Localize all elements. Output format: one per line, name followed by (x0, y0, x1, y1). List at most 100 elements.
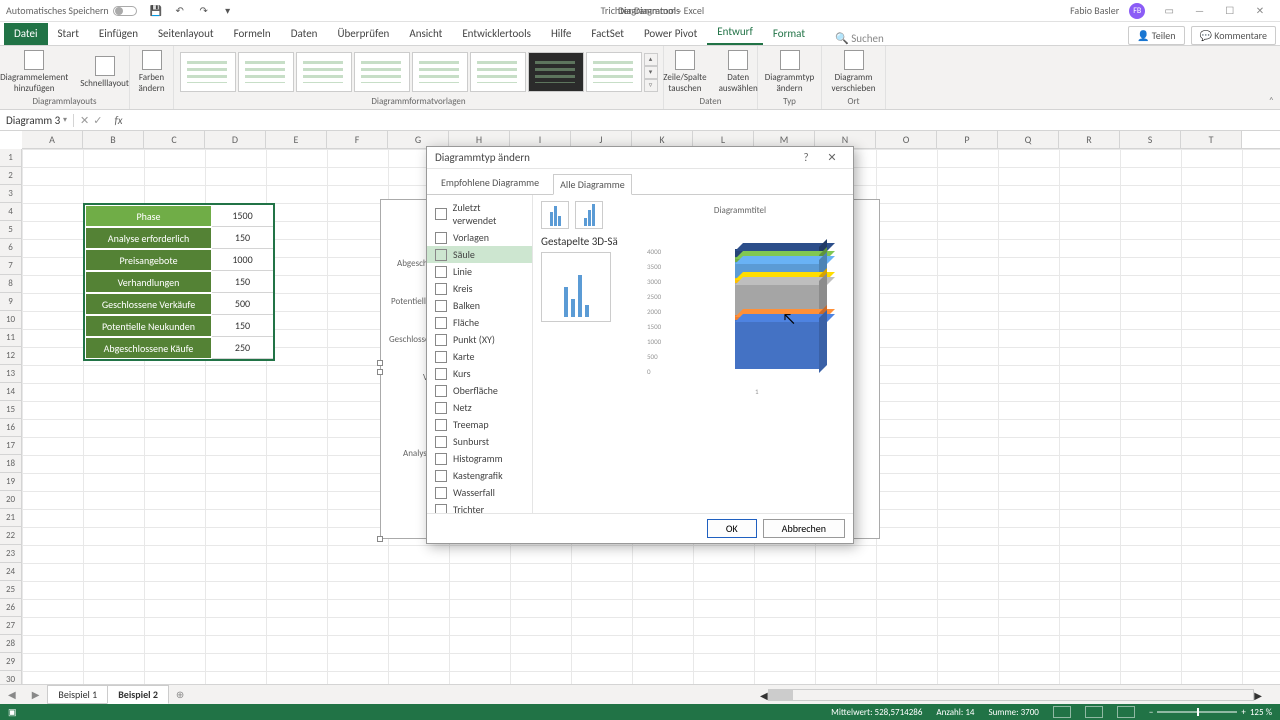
row-header[interactable]: 18 (0, 455, 22, 473)
chart-category-item[interactable]: Kastengrafik (427, 467, 532, 484)
chart-category-item[interactable]: Sunburst (427, 433, 532, 450)
table-cell[interactable]: 150 (212, 227, 273, 249)
gallery-down-icon[interactable]: ▾ (644, 66, 658, 79)
collapse-ribbon-icon[interactable]: ˄ (1269, 94, 1274, 107)
comments-button[interactable]: 💬 Kommentare (1191, 26, 1276, 45)
page-break-view-icon[interactable] (1117, 706, 1135, 718)
tab-format[interactable]: Format (763, 23, 815, 45)
table-cell[interactable]: Potentielle Neukunden (85, 315, 212, 337)
row-header[interactable]: 26 (0, 599, 22, 617)
tab-design[interactable]: Entwurf (707, 21, 763, 45)
row-header[interactable]: 13 (0, 365, 22, 383)
table-cell[interactable]: Verhandlungen (85, 271, 212, 293)
normal-view-icon[interactable] (1053, 706, 1071, 718)
row-header[interactable]: 9 (0, 293, 22, 311)
data-table[interactable]: Phase 1500 Analyse erforderlich150Preisa… (83, 203, 275, 361)
table-cell[interactable]: Geschlossene Verkäufe (85, 293, 212, 315)
chart-category-item[interactable]: Netz (427, 399, 532, 416)
close-window-icon[interactable]: ✕ (1246, 4, 1274, 17)
chart-category-item[interactable]: Punkt (XY) (427, 331, 532, 348)
row-header[interactable]: 19 (0, 473, 22, 491)
table-cell[interactable]: 500 (212, 293, 273, 315)
dialog-close-button[interactable]: ✕ (819, 151, 845, 164)
row-header[interactable]: 12 (0, 347, 22, 365)
sheet-tab[interactable]: Beispiel 1 (47, 685, 108, 704)
row-header[interactable]: 6 (0, 239, 22, 257)
add-chart-element-button[interactable]: Diagrammelement hinzufügen (0, 48, 72, 96)
record-macro-icon[interactable]: ▣ (8, 707, 17, 718)
move-chart-button[interactable]: Diagramm verschieben (828, 48, 880, 96)
table-cell[interactable]: 150 (212, 271, 273, 293)
cancel-formula-icon[interactable]: ✕ (80, 114, 89, 127)
sheet-nav-next-icon[interactable]: ▶ (24, 688, 48, 701)
row-header[interactable]: 2 (0, 167, 22, 185)
tab-powerpivot[interactable]: Power Pivot (634, 23, 707, 45)
tab-data[interactable]: Daten (281, 23, 328, 45)
switch-row-col-button[interactable]: Zeile/Spalte tauschen (659, 48, 710, 96)
undo-icon[interactable]: ↶ (173, 4, 187, 18)
table-cell[interactable]: Analyse erforderlich (85, 227, 212, 249)
style-thumb[interactable] (354, 52, 410, 92)
tab-developer[interactable]: Entwicklertools (452, 23, 541, 45)
column-header[interactable]: D (205, 131, 266, 148)
quick-layout-button[interactable]: Schnelllayout (76, 54, 133, 91)
column-header[interactable]: S (1120, 131, 1181, 148)
name-box[interactable]: Diagramm 3▾ (0, 114, 74, 127)
table-cell[interactable]: Abgeschlossene Käufe (85, 337, 212, 359)
tab-help[interactable]: Hilfe (541, 23, 581, 45)
namebox-dropdown-icon[interactable]: ▾ (63, 115, 67, 125)
select-data-button[interactable]: Daten auswählen (715, 48, 762, 96)
tab-insert[interactable]: Einfügen (89, 23, 148, 45)
tab-formulas[interactable]: Formeln (224, 23, 281, 45)
column-header[interactable]: C (144, 131, 205, 148)
style-thumb[interactable] (238, 52, 294, 92)
sheet-tab[interactable]: Beispiel 2 (107, 685, 169, 704)
change-chart-type-button[interactable]: Diagrammtyp ändern (761, 48, 819, 96)
style-thumb[interactable] (586, 52, 642, 92)
row-header[interactable]: 1 (0, 149, 22, 167)
chart-category-item[interactable]: Kurs (427, 365, 532, 382)
column-header[interactable]: O (876, 131, 937, 148)
row-headers[interactable]: 1234567891011121314151617181920212223242… (0, 149, 22, 689)
row-header[interactable]: 7 (0, 257, 22, 275)
row-header[interactable]: 4 (0, 203, 22, 221)
table-cell[interactable]: 1500 (212, 205, 273, 227)
chart-category-item[interactable]: Vorlagen (427, 229, 532, 246)
column-header[interactable]: P (937, 131, 998, 148)
tab-view[interactable]: Ansicht (399, 23, 452, 45)
column-header[interactable]: Q (998, 131, 1059, 148)
column-header[interactable]: F (327, 131, 388, 148)
gallery-up-icon[interactable]: ▴ (644, 53, 658, 66)
chart-subtype[interactable] (541, 201, 569, 229)
style-thumb[interactable] (470, 52, 526, 92)
mini-chart-preview[interactable] (541, 252, 611, 322)
qat-more-icon[interactable]: ▾ (221, 4, 235, 18)
redo-icon[interactable]: ↷ (197, 4, 211, 18)
gallery-more-icon[interactable]: ▿ (644, 79, 658, 92)
zoom-level[interactable]: 125 % (1250, 707, 1272, 718)
ok-button[interactable]: OK (707, 519, 757, 538)
style-thumb[interactable] (180, 52, 236, 92)
large-chart-preview[interactable]: Diagrammtitel 40003500300025002000150010… (635, 201, 845, 391)
row-header[interactable]: 27 (0, 617, 22, 635)
table-cell[interactable]: 250 (212, 337, 273, 359)
scroll-left-icon[interactable]: ◀ (760, 689, 768, 702)
table-cell[interactable]: Preisangebote (85, 249, 212, 271)
tab-factset[interactable]: FactSet (581, 23, 634, 45)
chart-category-item[interactable]: Fläche (427, 314, 532, 331)
chart-category-item[interactable]: Balken (427, 297, 532, 314)
tab-start[interactable]: Start (48, 23, 89, 45)
column-header[interactable]: A (22, 131, 83, 148)
row-header[interactable]: 24 (0, 563, 22, 581)
column-header[interactable]: R (1059, 131, 1120, 148)
row-header[interactable]: 25 (0, 581, 22, 599)
dialog-tab-recommended[interactable]: Empfohlene Diagramme (435, 173, 545, 194)
row-header[interactable]: 16 (0, 419, 22, 437)
toggle-switch[interactable] (113, 6, 137, 16)
chart-category-item[interactable]: Trichter (427, 501, 532, 513)
cancel-button[interactable]: Abbrechen (763, 519, 845, 538)
enter-formula-icon[interactable]: ✓ (93, 114, 102, 127)
row-header[interactable]: 5 (0, 221, 22, 239)
fx-icon[interactable]: fx (108, 114, 128, 127)
share-button[interactable]: 👤 Teilen (1128, 26, 1185, 45)
